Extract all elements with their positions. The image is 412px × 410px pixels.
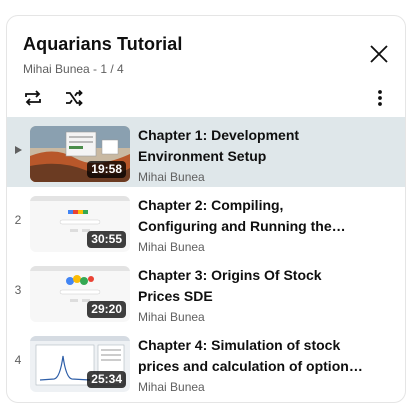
video-duration: 25:34 — [87, 371, 126, 388]
video-thumbnail[interactable]: 25:34 — [30, 336, 130, 392]
channel-name[interactable]: Mihai Bunea — [138, 240, 205, 254]
playlist-subtitle[interactable]: Mihai Bunea - 1 / 4 — [23, 62, 124, 76]
playlist-item[interactable]: 19:58 Chapter 1: Development Environment… — [7, 117, 405, 187]
loop-icon — [25, 90, 41, 106]
item-index: 3 — [14, 283, 22, 297]
close-icon — [370, 45, 388, 63]
more-vert-icon — [378, 90, 382, 106]
more-options-button[interactable] — [366, 84, 394, 112]
play-arrow-icon — [15, 146, 22, 154]
video-duration: 29:20 — [87, 301, 126, 318]
shuffle-icon — [66, 89, 83, 107]
video-thumbnail[interactable]: 19:58 — [30, 126, 130, 182]
video-title[interactable]: Chapter 3: Origins Of Stock Prices SDE — [138, 265, 363, 307]
playlist-panel: Aquarians Tutorial Mihai Bunea - 1 / 4 1… — [6, 15, 406, 403]
playlist-item[interactable]: 4 25:34 Chapter 4: Simulation of stock p… — [7, 327, 405, 397]
close-button[interactable] — [365, 40, 393, 68]
playlist-item[interactable]: 2 30:55 Chapter 2: Compiling, Configurin… — [7, 187, 405, 257]
shuffle-button[interactable] — [60, 84, 88, 112]
playlist-item[interactable]: 3 29:20 Chapter 3: Origins Of Stock Pric… — [7, 257, 405, 327]
now-playing-indicator — [7, 143, 29, 158]
video-thumbnail[interactable]: 30:55 — [30, 196, 130, 252]
item-index: 4 — [14, 353, 22, 367]
channel-name[interactable]: Mihai Bunea — [138, 310, 205, 324]
video-duration: 19:58 — [87, 161, 126, 178]
item-index: 2 — [14, 213, 22, 227]
video-title[interactable]: Chapter 1: Development Environment Setup — [138, 125, 363, 167]
channel-name[interactable]: Mihai Bunea — [138, 380, 205, 394]
loop-button[interactable] — [19, 84, 47, 112]
video-title[interactable]: Chapter 4: Simulation of stock prices an… — [138, 335, 363, 377]
video-thumbnail[interactable]: 29:20 — [30, 266, 130, 322]
video-title[interactable]: Chapter 2: Compiling, Configuring and Ru… — [138, 195, 363, 237]
playlist-items: 19:58 Chapter 1: Development Environment… — [7, 117, 405, 397]
channel-name[interactable]: Mihai Bunea — [138, 170, 205, 184]
video-duration: 30:55 — [87, 231, 126, 248]
playlist-title[interactable]: Aquarians Tutorial — [23, 34, 183, 55]
